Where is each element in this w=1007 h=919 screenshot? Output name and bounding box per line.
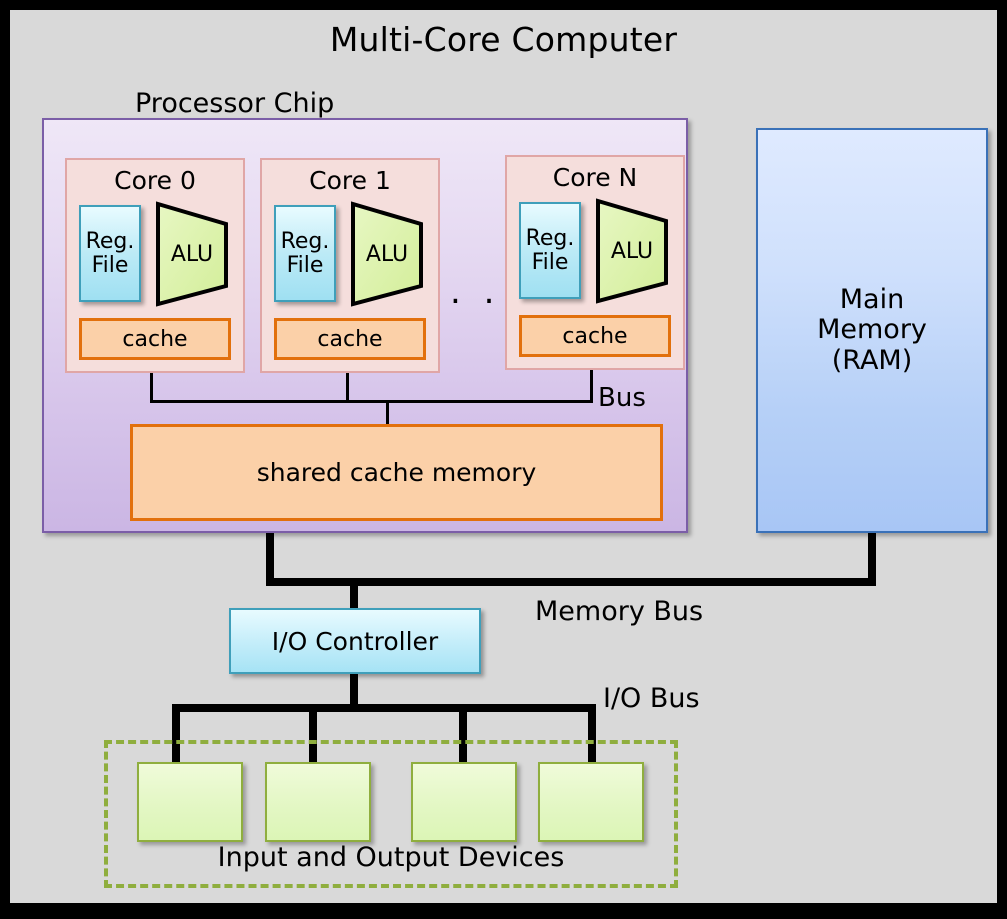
core-label-0: Core 0 — [114, 166, 196, 195]
alu-1: ALU — [351, 201, 423, 307]
processor-chip-label: Processor Chip — [135, 88, 335, 119]
register-file-n: Reg. File — [519, 202, 581, 299]
register-file-line2: File — [531, 249, 569, 275]
register-file-line2: File — [286, 252, 324, 278]
io-controller: I/O Controller — [229, 608, 481, 674]
core-label-1: Core 1 — [309, 166, 391, 195]
core-box-1: Core 1 Reg. File ALU cache — [260, 158, 440, 373]
io-devices-label: Input and Output Devices — [217, 842, 565, 873]
alu-n: ALU — [596, 198, 668, 304]
core-cache-n: cache — [519, 315, 671, 357]
register-file-0: Reg. File — [79, 205, 141, 302]
register-file-line2: File — [91, 252, 129, 278]
memory-bus-label: Memory Bus — [535, 596, 704, 627]
main-memory: Main Memory (RAM) — [756, 128, 988, 533]
main-memory-line3: (RAM) — [831, 344, 913, 376]
bus-drop-coren — [590, 370, 593, 403]
io-device-1 — [265, 762, 371, 842]
shared-cache-memory: shared cache memory — [130, 424, 663, 521]
internal-bus-line — [150, 400, 593, 403]
alu-label-n: ALU — [610, 238, 654, 264]
memory-bus-drop-io-controller — [350, 578, 358, 610]
io-bus-label: I/O Bus — [603, 683, 700, 714]
io-device-0 — [137, 762, 243, 842]
bus-drop-core0 — [150, 373, 153, 403]
io-device-2 — [411, 762, 517, 842]
page-title: Multi-Core Computer — [329, 20, 678, 59]
io-bus-drop-controller — [350, 674, 358, 708]
core-label-n: Core N — [552, 163, 638, 192]
alu-label-1: ALU — [365, 241, 409, 267]
main-memory-line1: Main — [839, 284, 905, 316]
core-box-0: Core 0 Reg. File ALU cache — [65, 158, 245, 373]
alu-label-0: ALU — [170, 241, 214, 267]
bus-drop-core1 — [346, 373, 349, 403]
io-bus-line — [172, 704, 596, 712]
register-file-line1: Reg. — [85, 228, 135, 254]
diagram-canvas: Multi-Core Computer Processor Chip Core … — [10, 10, 997, 903]
main-memory-line2: Memory — [817, 314, 927, 346]
bus-label: Bus — [598, 383, 646, 413]
io-device-3 — [538, 762, 644, 842]
diagram-root: Multi-Core Computer Processor Chip Core … — [0, 0, 1007, 919]
register-file-1: Reg. File — [274, 205, 336, 302]
core-cache-1: cache — [274, 318, 426, 360]
register-file-line1: Reg. — [525, 225, 575, 251]
bus-drop-shared-cache — [386, 400, 389, 426]
alu-0: ALU — [156, 201, 228, 307]
core-cache-0: cache — [79, 318, 231, 360]
register-file-line1: Reg. — [280, 228, 330, 254]
core-box-n: Core N Reg. File ALU cache — [505, 155, 685, 370]
